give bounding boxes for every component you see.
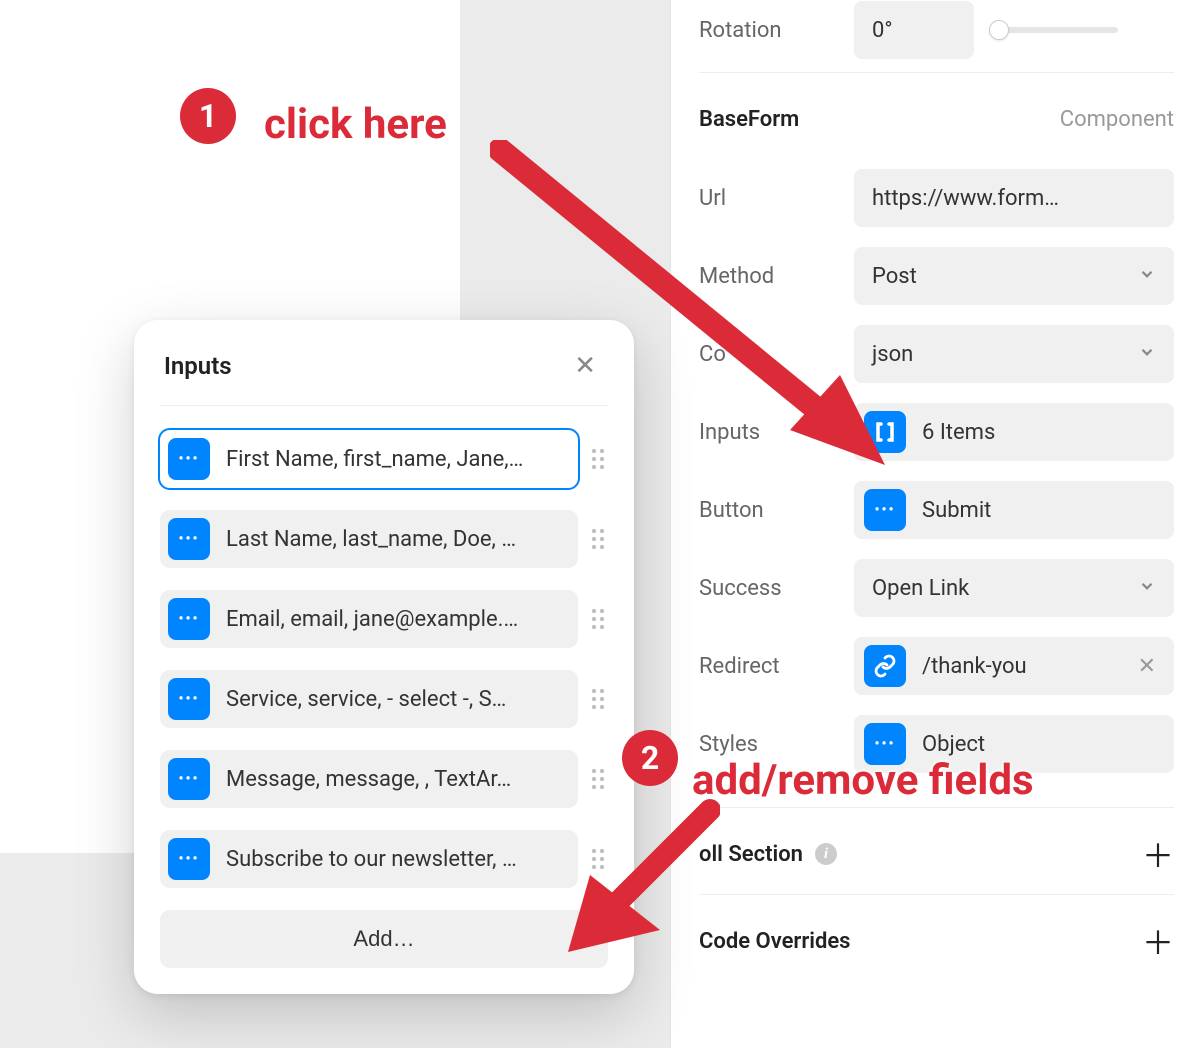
rotation-slider-thumb[interactable]: [989, 20, 1009, 40]
input-item-row: Message, message, , TextAr…: [160, 750, 608, 808]
url-label: Url: [699, 186, 854, 211]
properties-panel: Rotation 0° BaseForm Component Url https…: [670, 0, 1202, 1048]
input-item-email[interactable]: Email, email, jane@example.…: [160, 590, 578, 648]
object-icon: [168, 758, 210, 800]
button-label: Button: [699, 498, 854, 523]
redirect-input[interactable]: /thank-you ✕: [854, 637, 1174, 695]
method-row: Method Post: [699, 237, 1174, 315]
input-item-label: Email, email, jane@example.…: [226, 607, 570, 632]
chevron-down-icon: [1138, 264, 1156, 289]
styles-value: Object: [922, 732, 985, 757]
input-item-label: First Name, first_name, Jane,…: [226, 447, 570, 472]
popup-close-button[interactable]: ✕: [566, 346, 604, 385]
input-item-first-name[interactable]: First Name, first_name, Jane,…: [160, 430, 578, 488]
method-label: Method: [699, 264, 854, 289]
content-type-label: Co: [699, 342, 854, 367]
info-icon[interactable]: i: [815, 843, 837, 865]
content-type-row: Co json: [699, 315, 1174, 393]
drag-handle-icon[interactable]: [592, 769, 608, 789]
scroll-section-title: oll Section: [699, 842, 803, 867]
baseform-sub: Component: [1060, 107, 1174, 132]
rotation-value-input[interactable]: 0°: [854, 1, 974, 59]
popup-title: Inputs: [164, 352, 232, 380]
code-overrides-header[interactable]: Code Overrides ＋: [699, 913, 1174, 969]
object-icon: [168, 438, 210, 480]
popup-header: Inputs ✕: [160, 346, 608, 406]
object-icon: [168, 838, 210, 880]
baseform-section-header: BaseForm Component: [699, 91, 1174, 147]
annotation-badge-2-text: 2: [641, 739, 659, 777]
button-row: Button Submit: [699, 471, 1174, 549]
drag-handle-icon[interactable]: [592, 849, 608, 869]
add-input-button[interactable]: Add…: [160, 910, 608, 968]
success-value: Open Link: [872, 576, 969, 601]
drag-handle-icon[interactable]: [592, 529, 608, 549]
scroll-section-header[interactable]: oll Section i ＋: [699, 826, 1174, 882]
url-value: https://www.form…: [872, 186, 1059, 211]
drag-handle-icon[interactable]: [592, 609, 608, 629]
input-item-service[interactable]: Service, service, - select -, S…: [160, 670, 578, 728]
input-item-label: Subscribe to our newsletter, …: [226, 847, 570, 872]
input-item-label: Service, service, - select -, S…: [226, 687, 570, 712]
object-icon: [168, 518, 210, 560]
inputs-label: Inputs: [699, 420, 854, 445]
input-item-message[interactable]: Message, message, , TextAr…: [160, 750, 578, 808]
array-icon: [864, 411, 906, 453]
input-item-row: Last Name, last_name, Doe, …: [160, 510, 608, 568]
annotation-badge-1: 1: [180, 88, 236, 144]
url-input[interactable]: https://www.form…: [854, 169, 1174, 227]
styles-label: Styles: [699, 732, 854, 757]
drag-handle-icon[interactable]: [592, 689, 608, 709]
input-item-label: Message, message, , TextAr…: [226, 767, 570, 792]
input-item-row: Service, service, - select -, S…: [160, 670, 608, 728]
url-row: Url https://www.form…: [699, 159, 1174, 237]
object-icon: [864, 489, 906, 531]
redirect-label: Redirect: [699, 654, 854, 679]
rotation-value: 0°: [872, 18, 893, 43]
input-item-label: Last Name, last_name, Doe, …: [226, 527, 570, 552]
input-item-last-name[interactable]: Last Name, last_name, Doe, …: [160, 510, 578, 568]
annotation-text-2: add/remove fields: [692, 756, 1034, 805]
code-overrides-title: Code Overrides: [699, 929, 851, 954]
content-type-value: json: [872, 342, 913, 367]
annotation-badge-1-text: 1: [199, 97, 217, 135]
button-object-button[interactable]: Submit: [854, 481, 1174, 539]
input-item-subscribe[interactable]: Subscribe to our newsletter, …: [160, 830, 578, 888]
drag-handle-icon[interactable]: [592, 449, 608, 469]
add-code-override-icon[interactable]: ＋: [1142, 918, 1174, 964]
chevron-down-icon: [1138, 576, 1156, 601]
annotation-text-1: click here: [264, 100, 447, 149]
inputs-row: Inputs 6 Items: [699, 393, 1174, 471]
inputs-popup: Inputs ✕ First Name, first_name, Jane,… …: [134, 320, 634, 994]
input-item-row: Email, email, jane@example.…: [160, 590, 608, 648]
add-scroll-section-icon[interactable]: ＋: [1142, 831, 1174, 877]
success-row: Success Open Link: [699, 549, 1174, 627]
redirect-value: /thank-you: [922, 654, 1027, 679]
rotation-row: Rotation 0°: [699, 0, 1174, 60]
inputs-button[interactable]: 6 Items: [854, 403, 1174, 461]
link-icon: [864, 645, 906, 687]
object-icon: [168, 598, 210, 640]
chevron-down-icon: [1138, 342, 1156, 367]
method-select[interactable]: Post: [854, 247, 1174, 305]
object-icon: [168, 678, 210, 720]
success-select[interactable]: Open Link: [854, 559, 1174, 617]
clear-redirect-icon[interactable]: ✕: [1138, 654, 1156, 679]
button-value: Submit: [922, 498, 991, 523]
rotation-slider[interactable]: [998, 27, 1118, 33]
annotation-badge-2: 2: [622, 730, 678, 786]
input-item-row: First Name, first_name, Jane,…: [160, 430, 608, 488]
method-value: Post: [872, 264, 917, 289]
rotation-label: Rotation: [699, 18, 854, 43]
inputs-value: 6 Items: [922, 420, 995, 445]
redirect-row: Redirect /thank-you ✕: [699, 627, 1174, 705]
baseform-title: BaseForm: [699, 107, 799, 132]
input-item-row: Subscribe to our newsletter, …: [160, 830, 608, 888]
success-label: Success: [699, 576, 854, 601]
content-type-select[interactable]: json: [854, 325, 1174, 383]
